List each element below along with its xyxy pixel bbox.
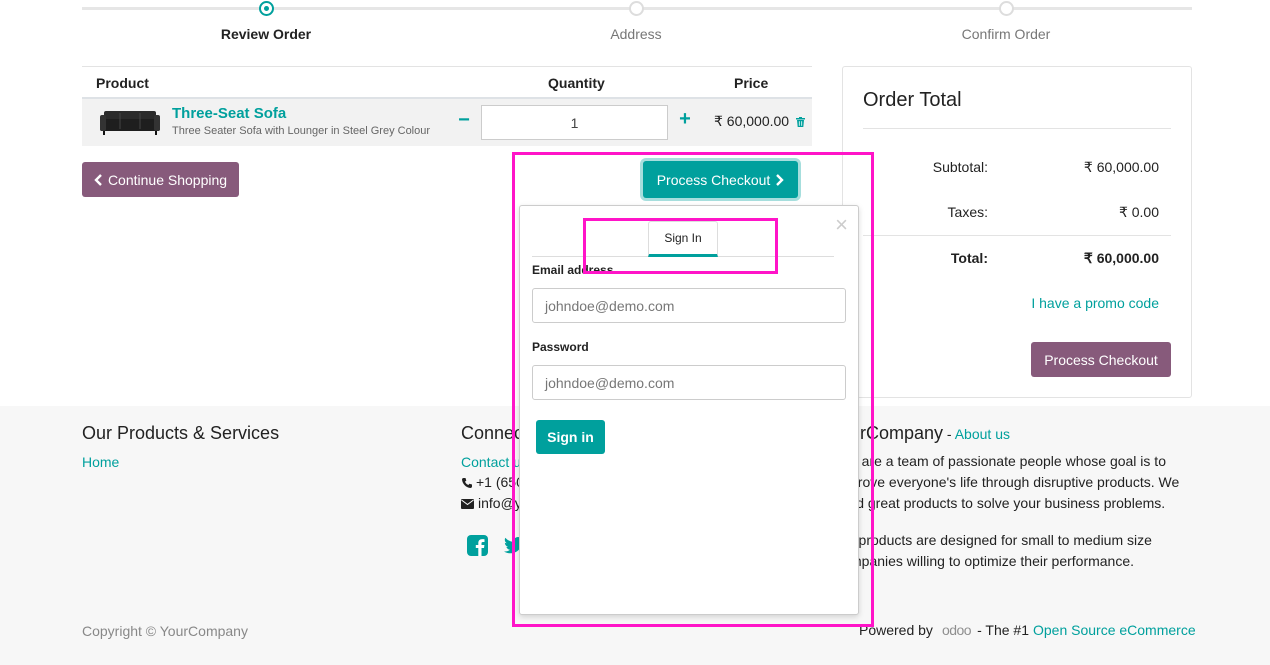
product-name-link[interactable]: Three-Seat Sofa — [172, 105, 286, 122]
footer-about-paragraph-1: e are a team of passionate people whose … — [850, 451, 1179, 514]
chevron-left-icon — [94, 173, 102, 186]
step-confirm-order: Confirm Order — [961, 26, 1051, 42]
trash-icon[interactable] — [796, 117, 805, 127]
footer-about-us-link[interactable]: About us — [955, 426, 1010, 442]
total-divider — [863, 235, 1171, 236]
column-price: Price — [734, 75, 769, 91]
copyright: Copyright © YourCompany — [82, 623, 248, 639]
footer-about-p1-line: ild great products to solve your busines… — [850, 495, 1166, 511]
the-number-one-text: - The #1 — [977, 622, 1029, 638]
powered-by: Powered by odoo - The #1 Open Source eCo… — [859, 620, 1196, 641]
phone-icon — [462, 477, 472, 488]
footer-about-p1-line: prove everyone's life through disruptive… — [850, 474, 1180, 490]
continue-shopping-label: Continue Shopping — [107, 171, 228, 188]
step-review-order: Review Order — [220, 26, 312, 42]
subtotal-value: ₹ 60,000.00 — [1083, 159, 1159, 175]
step-dot-address — [629, 1, 644, 16]
cart-table-header: Product Quantity Price — [82, 66, 812, 99]
product-price: ₹ 60,000.00 — [714, 113, 790, 129]
quantity-decrease-button[interactable]: − — [456, 109, 472, 131]
odoo-logo[interactable]: odoo — [942, 620, 972, 641]
total-value: ₹ 60,000.00 — [1083, 250, 1159, 266]
footer-about-p2-line: r products are designed for small to med… — [850, 532, 1152, 548]
facebook-icon[interactable] — [467, 535, 488, 556]
step-dot-confirm — [999, 1, 1014, 16]
footer-home-link[interactable]: Home — [82, 454, 119, 470]
footer-products-title: Our Products & Services — [82, 423, 280, 443]
envelope-icon — [461, 498, 474, 509]
column-quantity: Quantity — [548, 75, 605, 91]
step-address: Address — [610, 26, 662, 42]
annotation-tab-highlight — [583, 218, 778, 274]
cart-row: Three-Seat Sofa Three Seater Sofa with L… — [82, 99, 812, 146]
footer-about-p1-line: e are a team of passionate people whose … — [850, 453, 1166, 469]
footer-about-paragraph-2: r products are designed for small to med… — [850, 530, 1152, 572]
taxes-value: ₹ 0.00 — [1118, 204, 1159, 220]
continue-shopping-button[interactable]: Continue Shopping — [82, 162, 239, 197]
quantity-input[interactable] — [481, 105, 668, 140]
order-total-panel: Order Total Subtotal: ₹ 60,000.00 Taxes:… — [842, 66, 1192, 398]
promo-code-link[interactable]: I have a promo code — [1031, 295, 1159, 311]
order-total-title: Order Total — [863, 89, 962, 111]
product-description: Three Seater Sofa with Lounger in Steel … — [172, 125, 431, 137]
column-product: Product — [96, 75, 149, 91]
order-total-divider — [863, 128, 1171, 129]
footer-about-separator: - — [943, 426, 955, 442]
footer-about-p2-line: mpanies willing to optimize their perfor… — [850, 553, 1135, 569]
step-dot-review — [259, 1, 274, 16]
sofa-image[interactable] — [98, 107, 162, 139]
open-source-ecommerce-link[interactable]: Open Source eCommerce — [1033, 620, 1196, 641]
quantity-increase-button[interactable]: + — [676, 108, 694, 130]
order-process-checkout-button[interactable]: Process Checkout — [1031, 342, 1171, 377]
